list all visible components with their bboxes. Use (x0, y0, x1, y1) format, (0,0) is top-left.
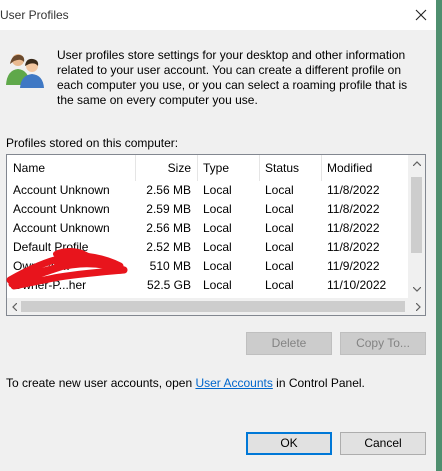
profile-type: Local (203, 183, 232, 197)
profile-name: Default Profile (13, 240, 89, 254)
scroll-down-icon[interactable] (408, 281, 425, 298)
profile-status: Local (265, 221, 294, 235)
profile-type: Local (203, 259, 232, 273)
profile-type: Local (203, 202, 232, 216)
profile-size: 2.52 MB (146, 240, 191, 254)
window-title: User Profiles (0, 8, 69, 22)
user-profiles-dialog: User Profiles User profiles store settin… (0, 0, 436, 471)
scroll-left-icon[interactable] (7, 298, 21, 315)
background-window-edge (436, 0, 442, 471)
footer-text: To create new user accounts, open User A… (6, 376, 365, 390)
ok-button[interactable]: OK (246, 432, 332, 455)
profile-name: Own...\C... (13, 259, 70, 273)
profiles-label: Profiles stored on this computer: (6, 136, 179, 150)
profile-type: Local (203, 278, 232, 292)
table-row[interactable]: Default Profile 2.52 MB Local Local 11/8… (7, 238, 407, 257)
profile-status: Local (265, 259, 294, 273)
profile-status: Local (265, 202, 294, 216)
scroll-up-icon[interactable] (408, 155, 425, 172)
column-header-size[interactable]: Size (136, 155, 198, 181)
table-row[interactable]: Owner-P...her 52.5 GB Local Local 11/10/… (7, 276, 407, 295)
profile-name: Owner-P...her (13, 278, 87, 292)
profile-modified: 11/9/2022 (327, 259, 380, 273)
profile-name: Account Unknown (13, 183, 110, 197)
profiles-list[interactable]: Name Size Type Status Modified Account U… (6, 154, 426, 316)
profile-size: 52.5 GB (146, 278, 191, 292)
intro-text: User profiles store settings for your de… (57, 48, 408, 107)
user-accounts-link[interactable]: User Accounts (195, 376, 272, 390)
profile-size: 2.59 MB (146, 202, 191, 216)
title-bar: User Profiles (0, 0, 436, 30)
table-row[interactable]: Own...\C... 510 MB Local Local 11/9/2022 (7, 257, 407, 276)
profile-size: 2.56 MB (146, 183, 191, 197)
column-header-type[interactable]: Type (198, 155, 260, 181)
horizontal-scroll-thumb[interactable] (21, 301, 405, 312)
column-header-name[interactable]: Name (7, 155, 136, 181)
profile-status: Local (265, 240, 294, 254)
table-row[interactable]: Account Unknown 2.59 MB Local Local 11/8… (7, 200, 407, 219)
horizontal-scrollbar[interactable] (7, 298, 425, 315)
profile-size: 510 MB (149, 259, 191, 273)
copy-to-button[interactable]: Copy To... (340, 332, 426, 355)
profile-type: Local (203, 221, 232, 235)
profile-modified: 11/8/2022 (327, 221, 380, 235)
table-row[interactable]: Account Unknown 2.56 MB Local Local 11/8… (7, 181, 407, 200)
profile-modified: 11/8/2022 (327, 202, 380, 216)
delete-button[interactable]: Delete (246, 332, 332, 355)
users-icon (6, 51, 44, 89)
cancel-button[interactable]: Cancel (340, 432, 426, 455)
profile-modified: 11/8/2022 (327, 183, 380, 197)
profile-type: Local (203, 240, 232, 254)
scroll-right-icon[interactable] (411, 298, 425, 315)
footer-suffix: in Control Panel. (272, 376, 365, 390)
list-header: Name Size Type Status Modified (7, 155, 407, 181)
vertical-scrollbar[interactable] (408, 155, 425, 298)
profile-name: Account Unknown (13, 221, 110, 235)
close-icon[interactable] (410, 4, 432, 26)
profile-modified: 11/8/2022 (327, 240, 380, 254)
profile-status: Local (265, 183, 294, 197)
profile-status: Local (265, 278, 294, 292)
column-header-modified[interactable]: Modified (322, 155, 407, 181)
profile-modified: 11/10/2022 (327, 278, 387, 292)
table-row[interactable]: Account Unknown 2.56 MB Local Local 11/8… (7, 219, 407, 238)
vertical-scroll-thumb[interactable] (411, 177, 422, 253)
footer-prefix: To create new user accounts, open (6, 376, 196, 390)
column-header-status[interactable]: Status (260, 155, 322, 181)
profile-size: 2.56 MB (146, 221, 191, 235)
profile-name: Account Unknown (13, 202, 110, 216)
